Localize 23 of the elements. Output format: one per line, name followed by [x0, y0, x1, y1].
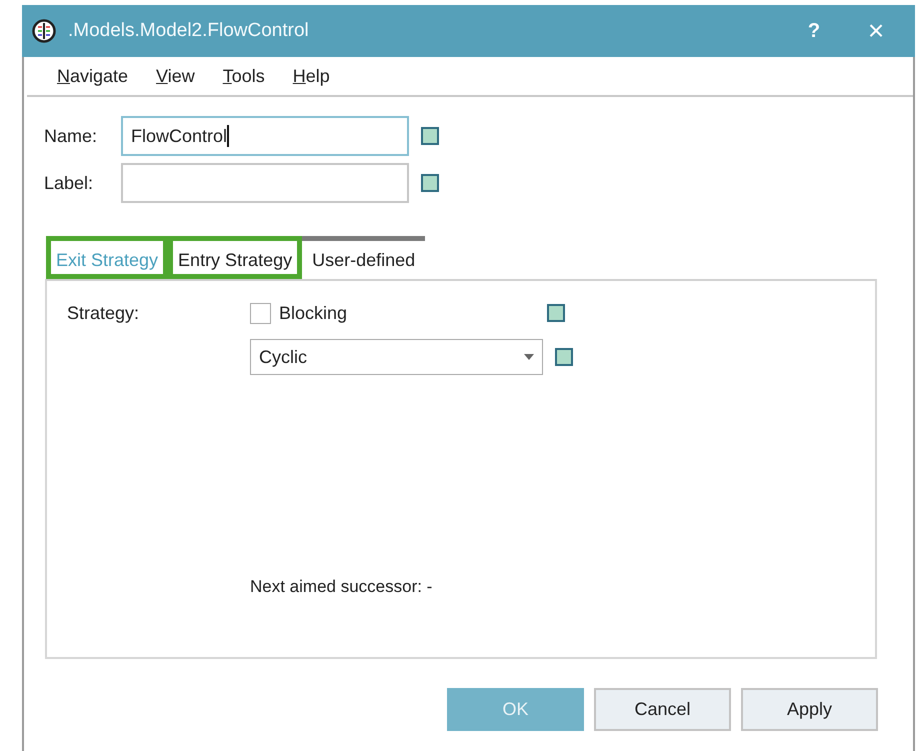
- checkbox[interactable]: [250, 302, 271, 324]
- indicator-icon: [421, 174, 439, 192]
- app-icon: [32, 19, 56, 43]
- strategy-label: Strategy:: [67, 302, 140, 325]
- menu-item[interactable]: Tools: [214, 66, 273, 86]
- indicator-icon: [547, 304, 566, 322]
- input-field[interactable]: FlowControl: [121, 116, 409, 156]
- indicator-icon: [555, 348, 573, 366]
- menu-item[interactable]: Navigate: [49, 66, 136, 86]
- menu-item[interactable]: View: [148, 66, 203, 86]
- window-title: .Models.Model2.FlowControl: [68, 20, 310, 42]
- indicator-icon: [421, 127, 439, 145]
- field-label: Label:: [44, 172, 94, 194]
- field-label: Name:: [44, 126, 98, 146]
- menu-item[interactable]: Help: [284, 66, 338, 86]
- next-successor-text: Next aimed successor: -: [250, 577, 434, 597]
- tab[interactable]: Entry Strategy: [168, 236, 302, 279]
- checkbox-label: Blocking: [279, 302, 348, 324]
- dialog-button[interactable]: Cancel: [594, 688, 731, 731]
- strategy-dropdown[interactable]: Cyclic: [250, 339, 543, 375]
- input-field[interactable]: [121, 163, 409, 203]
- dialog-button[interactable]: Apply: [741, 688, 878, 731]
- dropdown-caret-icon: [524, 354, 534, 360]
